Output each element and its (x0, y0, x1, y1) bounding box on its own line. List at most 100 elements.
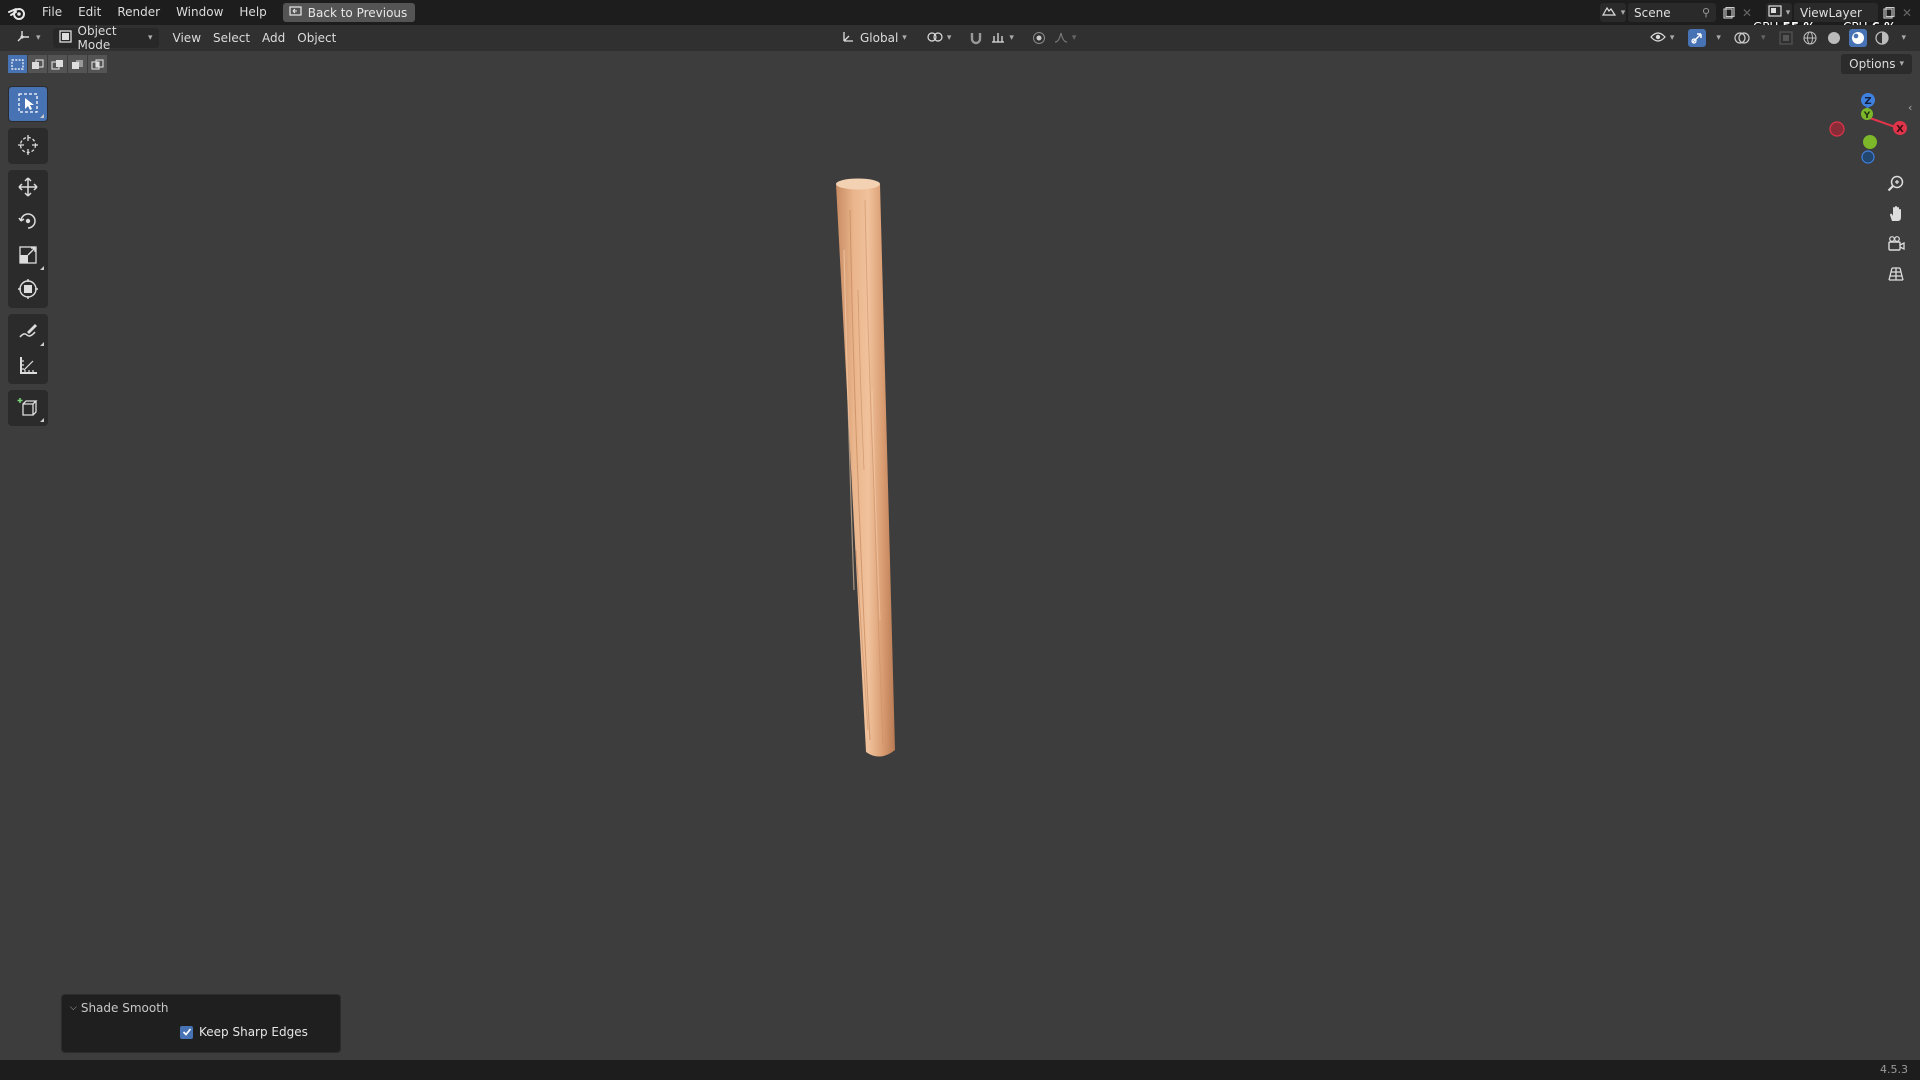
visibility-dropdown[interactable]: ▾ (1648, 28, 1677, 48)
camera-view-icon[interactable] (1882, 230, 1910, 258)
gizmo-x-label: X (1896, 124, 1904, 135)
select-new-mode-icon[interactable] (8, 55, 27, 73)
select-box-icon (17, 92, 39, 117)
transform-tool[interactable] (9, 273, 47, 307)
keep-sharp-edges-option[interactable]: Keep Sharp Edges (180, 1025, 308, 1039)
select-invert-mode-icon[interactable] (68, 55, 87, 73)
navigation-gizmo[interactable]: Z Y X (1820, 88, 1920, 168)
pivot-point-dropdown[interactable]: ▾ (921, 28, 958, 48)
xray-toggle-icon[interactable] (1777, 29, 1795, 47)
sidebar-toggle-chevron-icon[interactable]: ‹ (1908, 101, 1912, 114)
scale-tool[interactable] (9, 239, 47, 273)
delete-view-layer-icon[interactable]: ✕ (1898, 4, 1916, 22)
transform-orientation-dropdown[interactable]: Global ▾ (836, 28, 913, 48)
gizmo-neg-x-ball[interactable] (1829, 121, 1845, 137)
blender-logo-icon[interactable] (0, 0, 34, 25)
pivot-icon (927, 31, 943, 46)
editor-type-button[interactable]: ▾ (10, 28, 47, 48)
scene-selector-button[interactable]: ▾ (1600, 3, 1626, 22)
tool-shelf (8, 86, 48, 432)
status-bar: 4.5.3 (0, 1060, 1920, 1080)
scene-icon (1601, 5, 1617, 20)
select-box-tool[interactable] (9, 87, 47, 121)
shading-wireframe-icon[interactable] (1801, 29, 1819, 47)
operator-panel-header[interactable]: ⌵ Shade Smooth (70, 1001, 169, 1015)
tool-group-transform (8, 170, 48, 308)
menu-object[interactable]: Object (291, 28, 342, 48)
new-scene-icon[interactable] (1720, 4, 1738, 22)
select-extend-mode-icon[interactable] (28, 55, 47, 73)
menu-render[interactable]: Render (109, 0, 168, 25)
gizmo-toggle-icon[interactable] (1688, 29, 1707, 47)
transform-icon (17, 278, 39, 303)
tool-group-add (8, 390, 48, 426)
select-intersect-mode-icon[interactable] (88, 55, 107, 73)
top-menu-bar: File Edit Render Window Help Back to Pre… (0, 0, 1920, 34)
tool-group-cursor (8, 128, 48, 164)
select-subtract-mode-icon[interactable] (48, 55, 67, 73)
zoom-icon[interactable] (1882, 170, 1910, 198)
mode-label: Object Mode (77, 24, 117, 52)
proportional-falloff-dropdown[interactable]: ▾ (1052, 28, 1079, 48)
scale-icon (17, 244, 39, 269)
orthographic-grid-icon[interactable] (1882, 260, 1910, 288)
delete-scene-icon[interactable]: ✕ (1738, 4, 1756, 22)
scene-name: Scene (1634, 5, 1671, 20)
shading-solid-icon[interactable] (1825, 29, 1843, 47)
pan-hand-icon[interactable] (1882, 200, 1910, 228)
chevron-down-icon: ▾ (1785, 7, 1791, 18)
snap-toggle-icon[interactable] (967, 29, 985, 47)
shading-material-preview-icon[interactable] (1849, 29, 1868, 47)
add-cube-tool[interactable] (9, 391, 47, 425)
annotate-pencil-icon (17, 320, 39, 345)
snap-target-dropdown[interactable]: ▾ (989, 28, 1016, 48)
gizmo-y-label: Y (1863, 111, 1871, 121)
shading-rendered-icon[interactable] (1873, 29, 1891, 47)
gizmo-neg-y-ball[interactable] (1863, 135, 1877, 149)
view-layer-icon (1768, 5, 1782, 20)
menu-view[interactable]: View (167, 28, 207, 48)
viewport-header: ▾ Object Mode ▾ View Select Add Object G… (0, 24, 1920, 52)
annotate-tool[interactable] (9, 315, 47, 349)
cursor-3d-icon (17, 134, 39, 159)
shading-dropdown-chevron-icon[interactable]: ▾ (1901, 33, 1906, 43)
3d-viewport-icon (16, 30, 32, 47)
mode-dropdown[interactable]: Object Mode ▾ (52, 24, 159, 52)
proportional-editing-icon[interactable] (1030, 29, 1048, 47)
back-to-previous-button[interactable]: Back to Previous (282, 3, 416, 22)
menu-edit[interactable]: Edit (70, 0, 109, 25)
move-tool[interactable] (9, 171, 47, 205)
menu-add[interactable]: Add (256, 28, 291, 48)
transform-controls: Global ▾ ▾ ▾ ▾ (836, 28, 1078, 48)
snap-increment-icon (991, 31, 1005, 46)
add-cube-icon (17, 396, 39, 421)
chevron-down-icon: ▾ (1071, 33, 1077, 43)
new-view-layer-icon[interactable] (1880, 4, 1898, 22)
scene-name-field[interactable]: Scene ⚲ (1628, 3, 1716, 22)
overlays-toggle-icon[interactable] (1733, 29, 1751, 47)
gizmo-dropdown-chevron-icon[interactable]: ▾ (1716, 33, 1721, 43)
gizmo-neg-z-ball[interactable] (1861, 150, 1875, 164)
menu-window[interactable]: Window (168, 0, 231, 25)
measure-tool[interactable] (9, 349, 47, 383)
rotate-tool[interactable] (9, 205, 47, 239)
tool-submenu-indicator-icon (40, 418, 44, 422)
pin-icon[interactable]: ⚲ (1702, 6, 1710, 19)
object-mode-icon (58, 30, 72, 46)
menu-help[interactable]: Help (231, 0, 274, 25)
chevron-down-icon: ▾ (36, 33, 41, 43)
chevron-down-icon: ▾ (902, 33, 907, 43)
tool-group-annotate (8, 314, 48, 384)
falloff-curve-icon (1054, 31, 1068, 46)
menu-select[interactable]: Select (207, 28, 256, 48)
menu-file[interactable]: File (34, 0, 70, 25)
keep-sharp-edges-checkbox[interactable] (180, 1025, 193, 1039)
navigation-buttons (1882, 170, 1912, 290)
wooden-stick-object[interactable] (820, 170, 920, 773)
options-label: Options (1849, 57, 1896, 71)
cursor-tool[interactable] (9, 129, 47, 163)
options-dropdown[interactable]: Options ▾ (1841, 54, 1912, 74)
overlays-dropdown-chevron-icon[interactable]: ▾ (1761, 33, 1766, 43)
chevron-down-icon: ▾ (148, 33, 153, 43)
move-arrows-icon (17, 176, 39, 201)
